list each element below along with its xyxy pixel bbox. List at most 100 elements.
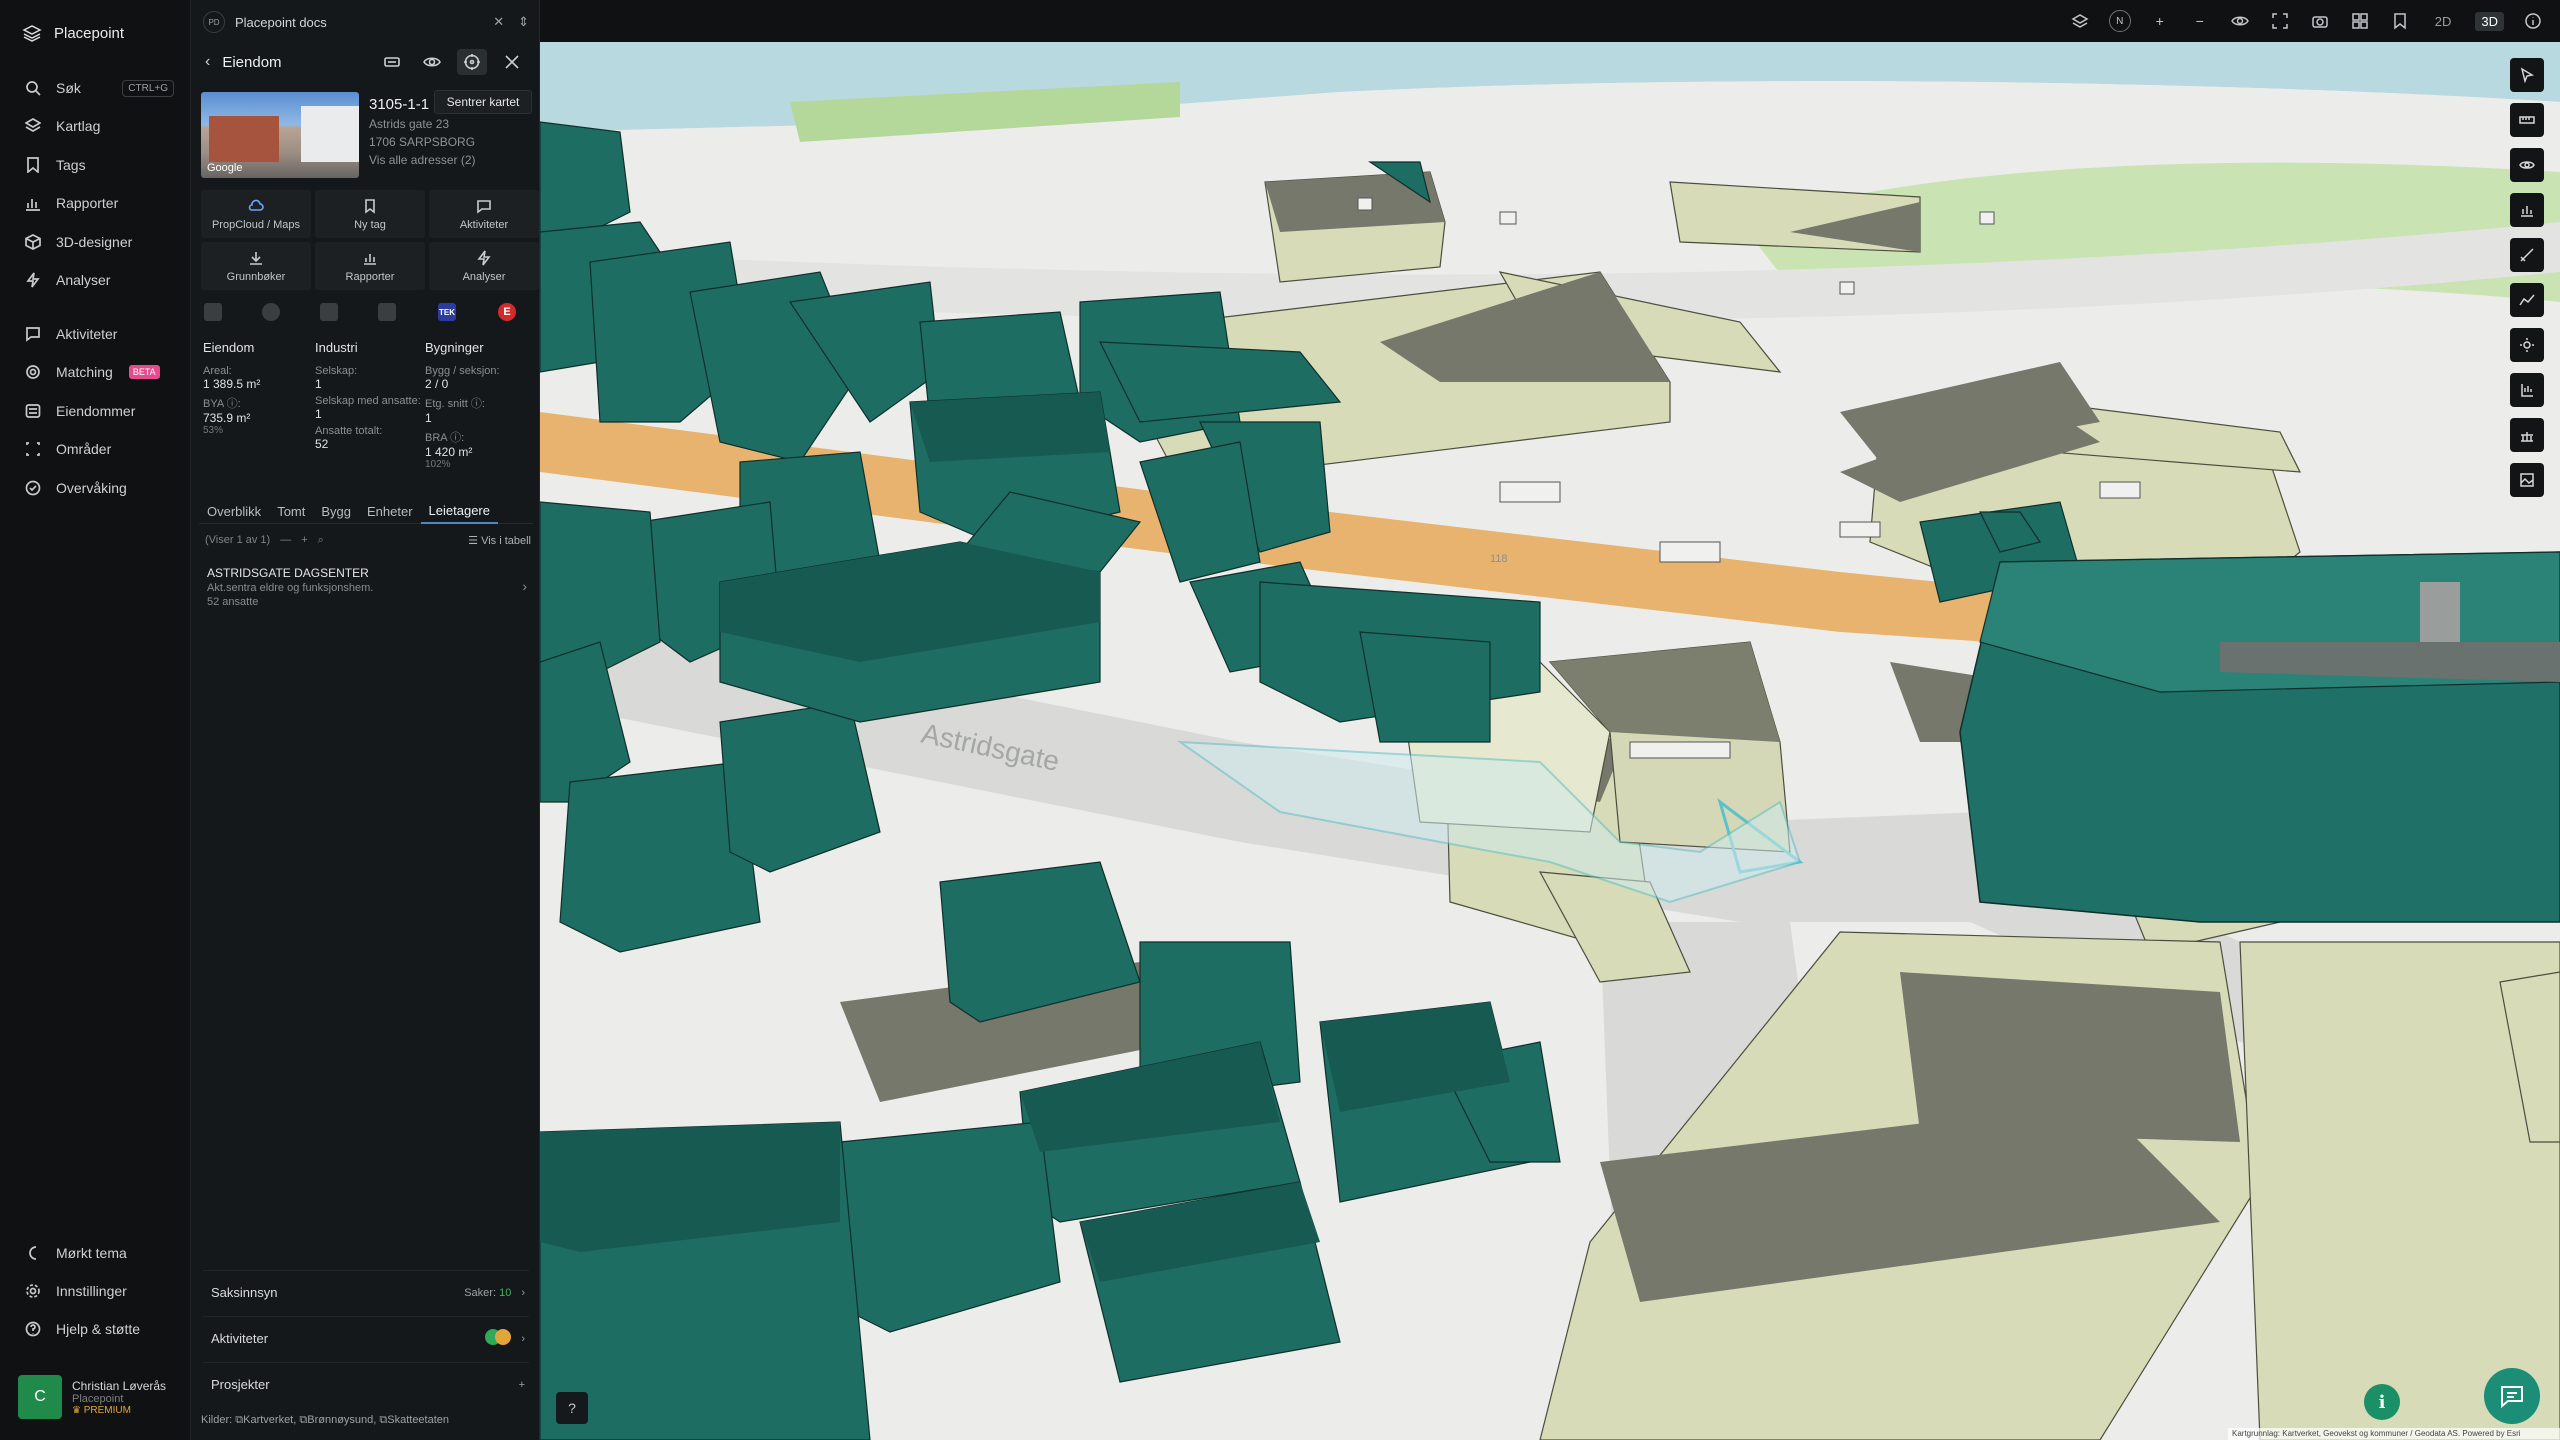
nav-item-settings[interactable]: Innstillinger [24, 1278, 174, 1304]
bookmark-icon [24, 156, 42, 174]
tool-height[interactable] [2510, 373, 2544, 407]
source-link-skatteetaten[interactable]: ⧉Skatteetaten [379, 1414, 449, 1426]
tab-enheter[interactable]: Enheter [359, 498, 421, 524]
grid-icon[interactable] [2349, 10, 2371, 32]
land-registry-button[interactable]: Grunnbøker [201, 242, 311, 290]
eye-icon[interactable] [417, 49, 447, 75]
tool-measure[interactable] [2510, 103, 2544, 137]
propcloud-button[interactable]: PropCloud / Maps [201, 190, 311, 238]
add-icon[interactable]: + [519, 1379, 525, 1391]
collapse-icon[interactable]: — [280, 534, 291, 546]
tab-bygg[interactable]: Bygg [313, 498, 359, 524]
tab-tomt[interactable]: Tomt [269, 498, 313, 524]
gear-icon [24, 1282, 42, 1300]
nav-item-help[interactable]: Hjelp & støtte [24, 1316, 174, 1342]
tab-overblikk[interactable]: Overblikk [199, 498, 269, 524]
street-view-photo[interactable]: Google [201, 92, 359, 178]
nav-item-dark-theme[interactable]: Mørkt tema [24, 1240, 174, 1266]
analyses-button[interactable]: Analyser [429, 242, 539, 290]
support-chat-button[interactable] [2484, 1368, 2540, 1424]
center-map-button[interactable] [457, 49, 487, 75]
info-icon[interactable] [2522, 10, 2544, 32]
tek-icon: TEK [438, 303, 456, 321]
search-icon [24, 79, 42, 97]
nav-item-analyser[interactable]: Analyser [24, 267, 174, 293]
user-profile[interactable]: C Christian Løverås Placepoint ♛ PREMIUM [18, 1372, 178, 1422]
map-help-button[interactable]: ? [556, 1392, 588, 1424]
stat-percent: 102% [425, 459, 451, 470]
map-info-button[interactable]: i [2364, 1384, 2400, 1420]
nav-item-search[interactable]: Søk CTRL+G [24, 75, 174, 101]
nav-label: Analyser [56, 272, 111, 288]
camera-icon[interactable] [2309, 10, 2331, 32]
source-link-bronnoysund[interactable]: ⧉Brønnøysund, [299, 1414, 376, 1426]
add-icon[interactable]: + [301, 534, 307, 546]
section-saksinnsyn[interactable]: Saksinnsyn Saker: 10 › [203, 1270, 529, 1314]
panel-tabs: Overblikk Tomt Bygg Enheter Leietagere [199, 498, 533, 524]
ruler-icon [2519, 116, 2535, 124]
clear-icon[interactable]: ✕ [493, 14, 504, 30]
section-prosjekter[interactable]: Prosjekter + [203, 1362, 529, 1406]
external-id-icon[interactable] [377, 49, 407, 75]
nav-item-aktiviteter[interactable]: Aktiviteter [24, 321, 174, 347]
nav-label: Matching [56, 364, 113, 380]
tool-image[interactable] [2510, 463, 2544, 497]
tab-leietagere[interactable]: Leietagere [420, 498, 498, 524]
source-icon-e[interactable]: E [495, 300, 519, 324]
map-3d-scene[interactable]: Astridsgate 35 33 118 [540, 42, 2560, 1440]
fullscreen-icon[interactable] [2269, 10, 2291, 32]
brand[interactable]: Placepoint [22, 22, 124, 44]
nav-item-overvaking[interactable]: Overvåking [24, 475, 174, 501]
street-address: Astrids gate 23 [369, 117, 450, 131]
all-addresses-link[interactable]: Vis alle adresser (2) [369, 153, 529, 167]
tool-line-of-sight[interactable] [2510, 238, 2544, 272]
tool-select[interactable] [2510, 58, 2544, 92]
back-icon[interactable]: ‹ [205, 53, 210, 71]
zoom-in-icon[interactable]: + [2149, 10, 2171, 32]
tool-profile[interactable] [2510, 283, 2544, 317]
nav-item-omrader[interactable]: Områder [24, 436, 174, 462]
close-icon[interactable] [497, 49, 527, 75]
activities-button[interactable]: Aktiviteter [429, 190, 539, 238]
sources-label: Kilder: [201, 1414, 233, 1426]
workspace-selector[interactable]: PD Placepoint docs ✕ ⇕ [203, 8, 529, 36]
new-tag-button[interactable]: Ny tag [315, 190, 425, 238]
eye-icon[interactable] [2229, 10, 2251, 32]
layers-toggle-icon[interactable] [2069, 10, 2091, 32]
chevron-right-icon: › [521, 1332, 525, 1345]
tool-chart[interactable] [2510, 193, 2544, 227]
source-icon-tek[interactable]: TEK [435, 300, 459, 324]
stat-label: Bygg / seksjon: [425, 365, 500, 377]
nav-item-3d-designer[interactable]: 3D-designer [24, 229, 174, 255]
source-link-kartverket[interactable]: ⧉Kartverket, [235, 1414, 296, 1426]
source-icon-bars[interactable] [375, 300, 399, 324]
zoom-out-icon[interactable]: − [2189, 10, 2211, 32]
eiendom-column: Eiendom Areal: 1 389.5 m² BYA ⓘ: 735.9 m… [203, 340, 313, 436]
source-logo-icon [204, 303, 222, 321]
nav-item-eiendommer[interactable]: Eiendommer [24, 398, 174, 424]
reports-button[interactable]: Rapporter [315, 242, 425, 290]
tool-sun[interactable] [2510, 328, 2544, 362]
chevron-updown-icon[interactable]: ⇕ [518, 14, 529, 30]
tool-view[interactable] [2510, 148, 2544, 182]
nav-item-matching[interactable]: Matching BETA [24, 359, 174, 385]
show-in-table-link[interactable]: ☰ Vis i tabell [468, 534, 531, 547]
list-item[interactable]: ASTRIDSGATE DAGSENTER Akt.sentra eldre o… [207, 566, 527, 608]
search-icon[interactable]: ⌕ [318, 534, 324, 547]
nav-item-tags[interactable]: Tags [24, 152, 174, 178]
map-canvas[interactable]: Astridsgate 35 33 118 [540, 42, 2560, 1440]
source-icon-se[interactable] [201, 300, 225, 324]
mode-2d-toggle[interactable]: 2D [2429, 12, 2458, 31]
nav-item-kartlag[interactable]: Kartlag [24, 113, 174, 139]
bookmark-icon[interactable] [2389, 10, 2411, 32]
source-icon-leaf[interactable] [317, 300, 341, 324]
nav-label: Hjelp & støtte [56, 1321, 141, 1337]
postal-city: 1706 SARPSBORG [369, 135, 476, 149]
nav-item-rapporter[interactable]: Rapporter [24, 190, 174, 216]
source-icon-globe[interactable] [259, 300, 283, 324]
tool-section[interactable] [2510, 418, 2544, 452]
section-aktiviteter[interactable]: Aktiviteter › [203, 1316, 529, 1360]
nav-label: Søk [56, 80, 81, 96]
compass-icon[interactable]: N [2108, 10, 2131, 32]
mode-3d-toggle[interactable]: 3D [2475, 11, 2504, 31]
